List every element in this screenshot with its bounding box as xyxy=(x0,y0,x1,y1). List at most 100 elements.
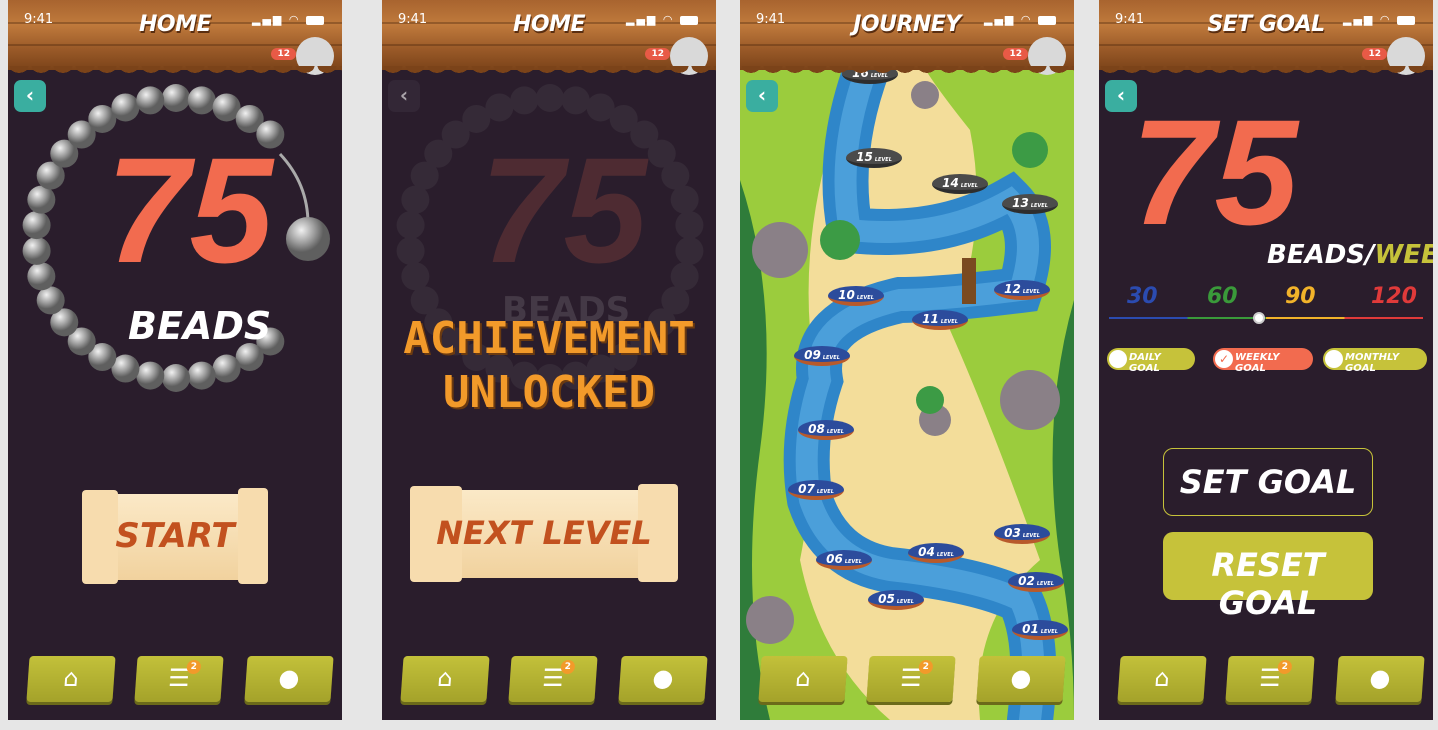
avatar[interactable] xyxy=(670,37,708,75)
level-suffix: LEVEL xyxy=(1036,581,1054,587)
checkbox-daily[interactable] xyxy=(1109,350,1127,368)
level-number: 10 xyxy=(838,288,855,302)
nav-tasks[interactable]: ☰ 2 xyxy=(866,656,956,702)
bead xyxy=(401,185,430,214)
level-marker[interactable]: 06 LEVEL xyxy=(816,550,872,570)
back-button[interactable]: ‹ xyxy=(746,80,778,112)
journey-screen: 01 LEVEL 02 LEVEL 03 LEVEL 04 LEVEL 05 LEVEL 06 LEV… xyxy=(740,0,1074,720)
level-marker[interactable]: 02 LEVEL xyxy=(1008,572,1064,592)
nav-home[interactable]: ⌂ xyxy=(758,656,848,702)
user-icon: ● xyxy=(1009,664,1033,692)
nav-profile[interactable]: ● xyxy=(1335,656,1425,702)
option-daily[interactable]: DAILY GOAL xyxy=(1107,348,1195,374)
level-marker[interactable]: 09 LEVEL xyxy=(794,346,850,366)
level-suffix: LEVEL xyxy=(960,183,978,189)
level-suffix: LEVEL xyxy=(826,429,844,435)
bead xyxy=(187,361,216,390)
notification-badge[interactable]: 12 xyxy=(271,48,296,60)
nav-profile[interactable]: ● xyxy=(976,656,1066,702)
wood-header: 9:41 SET GOAL ▂▄▆ ◠ 12 xyxy=(1099,0,1433,75)
bead-unit: BEADS xyxy=(128,304,272,348)
level-suffix: LEVEL xyxy=(822,355,840,361)
level-marker[interactable]: 07 LEVEL xyxy=(788,480,844,500)
set-goal-label: SET GOAL xyxy=(1179,463,1357,501)
nav-profile[interactable]: ● xyxy=(244,656,334,702)
goal-period-options: DAILY GOAL ✓ WEEKLY GOAL MONTHLY GOAL xyxy=(1107,348,1427,374)
user-icon: ● xyxy=(277,664,301,692)
bead xyxy=(670,262,699,291)
notification-badge[interactable]: 12 xyxy=(1003,48,1028,60)
bead xyxy=(561,86,590,115)
chevron-left-icon: ‹ xyxy=(757,83,767,107)
start-button[interactable]: START xyxy=(82,488,268,584)
level-marker[interactable]: 08 LEVEL xyxy=(798,420,854,440)
avatar[interactable] xyxy=(1387,37,1425,75)
notification-badge[interactable]: 12 xyxy=(1362,48,1387,60)
level-marker[interactable]: 13 LEVEL xyxy=(1002,194,1058,214)
level-number: 02 xyxy=(1018,574,1035,588)
checkbox-monthly[interactable] xyxy=(1325,350,1343,368)
level-marker[interactable]: 12 LEVEL xyxy=(994,280,1050,300)
level-number: 07 xyxy=(798,482,815,496)
goal-slider-track[interactable] xyxy=(1109,317,1423,319)
goal-unit: BEADS/WEEK xyxy=(1267,240,1433,270)
bottom-nav: ⌂ ☰ 2 ● xyxy=(382,656,716,708)
level-marker[interactable]: 15 LEVEL xyxy=(846,148,902,168)
status-icons: ▂▄▆ ◠ xyxy=(984,13,1056,26)
home-icon: ⌂ xyxy=(1153,664,1171,692)
nav-tasks[interactable]: ☰ 2 xyxy=(1225,656,1315,702)
level-marker[interactable]: 10 LEVEL xyxy=(828,286,884,306)
home-screen: 9:41 HOME ▂▄▆ ◠ 12 ‹ 75 BEADS START ⌂ ☰ 2… xyxy=(8,0,342,720)
nav-tasks[interactable]: ☰ 2 xyxy=(508,656,598,702)
list-icon: ☰ xyxy=(541,664,565,692)
level-suffix: LEVEL xyxy=(896,599,914,605)
list-icon: ☰ xyxy=(899,664,923,692)
option-weekly[interactable]: ✓ WEEKLY GOAL xyxy=(1213,348,1313,374)
status-icons: ▂▄▆ ◠ xyxy=(252,13,324,26)
level-marker[interactable]: 01 LEVEL xyxy=(1012,620,1068,640)
battery-icon xyxy=(1397,15,1415,25)
bead xyxy=(136,361,165,390)
bead xyxy=(485,93,514,122)
nav-profile[interactable]: ● xyxy=(618,656,708,702)
nav-home[interactable]: ⌂ xyxy=(400,656,490,702)
level-number: 01 xyxy=(1022,622,1039,636)
bead xyxy=(27,185,56,214)
level-marker[interactable]: 14 LEVEL xyxy=(932,174,988,194)
next-level-label: NEXT LEVEL xyxy=(436,514,652,552)
level-marker[interactable]: 11 LEVEL xyxy=(912,310,968,330)
level-number: 13 xyxy=(1012,196,1029,210)
headline-line-1: ACHIEVEMENT xyxy=(403,313,695,364)
level-number: 08 xyxy=(808,422,825,436)
checkbox-weekly[interactable]: ✓ xyxy=(1215,350,1233,368)
goal-unit-period: WEEK xyxy=(1374,240,1433,270)
chevron-left-icon: ‹ xyxy=(1116,83,1126,107)
bead xyxy=(36,286,65,315)
set-goal-button[interactable]: SET GOAL xyxy=(1163,448,1373,516)
bead xyxy=(187,86,216,115)
nav-home[interactable]: ⌂ xyxy=(26,656,116,702)
level-marker[interactable]: 03 LEVEL xyxy=(994,524,1050,544)
notification-badge[interactable]: 12 xyxy=(645,48,670,60)
option-daily-label: DAILY GOAL xyxy=(1129,352,1161,374)
nav-home[interactable]: ⌂ xyxy=(1117,656,1207,702)
status-icons: ▂▄▆ ◠ xyxy=(1343,13,1415,26)
level-suffix: LEVEL xyxy=(936,552,954,558)
home-icon: ⌂ xyxy=(62,664,80,692)
avatar[interactable] xyxy=(1028,37,1066,75)
avatar[interactable] xyxy=(296,37,334,75)
bead xyxy=(162,84,190,112)
level-marker[interactable]: 05 LEVEL xyxy=(868,590,924,610)
reset-goal-label: RESET GOAL xyxy=(1211,546,1325,622)
level-suffix: LEVEL xyxy=(1030,203,1048,209)
level-marker[interactable]: 04 LEVEL xyxy=(908,543,964,563)
wood-header: 9:41 JOURNEY ▂▄▆ ◠ 12 xyxy=(740,0,1074,75)
home-icon: ⌂ xyxy=(794,664,812,692)
reset-goal-button[interactable]: RESET GOAL xyxy=(1163,532,1373,622)
next-level-button[interactable]: NEXT LEVEL xyxy=(410,484,678,582)
option-monthly[interactable]: MONTHLY GOAL xyxy=(1323,348,1427,374)
nav-tasks[interactable]: ☰ 2 xyxy=(134,656,224,702)
goal-slider-thumb[interactable] xyxy=(1253,312,1265,324)
bead xyxy=(401,262,430,291)
headline-line-2: UNLOCKED xyxy=(443,367,655,418)
